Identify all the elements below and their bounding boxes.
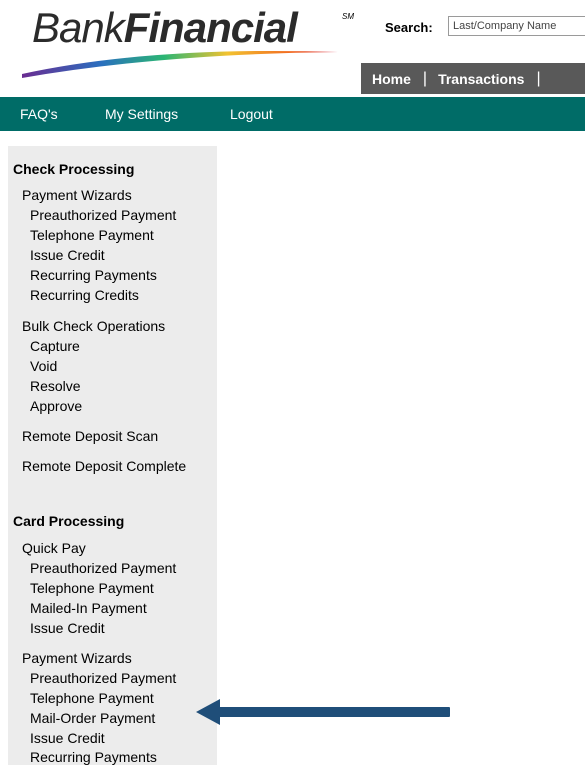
sidebar-item-resolve[interactable]: Resolve bbox=[30, 378, 81, 394]
menu-faq[interactable]: FAQ's bbox=[20, 106, 58, 122]
sidebar-item-cw-recurring-payments[interactable]: Recurring Payments bbox=[30, 749, 157, 765]
sidebar-item-remote-deposit-complete[interactable]: Remote Deposit Complete bbox=[22, 458, 186, 474]
search-label: Search: bbox=[385, 20, 433, 35]
menu-my-settings[interactable]: My Settings bbox=[105, 106, 178, 122]
menu-bar: FAQ's My Settings Logout bbox=[0, 97, 585, 131]
sidebar-item-void[interactable]: Void bbox=[30, 358, 57, 374]
sidebar-item-cw-preauthorized-payment[interactable]: Preauthorized Payment bbox=[30, 670, 176, 686]
sidebar-item-cw-telephone-payment[interactable]: Telephone Payment bbox=[30, 690, 154, 706]
sidebar-item-qp-issue-credit[interactable]: Issue Credit bbox=[30, 620, 105, 636]
top-nav: Home | Transactions | bbox=[361, 63, 585, 94]
sidebar-item-recurring-payments[interactable]: Recurring Payments bbox=[30, 267, 157, 283]
menu-logout[interactable]: Logout bbox=[230, 106, 273, 122]
sidebar-item-issue-credit[interactable]: Issue Credit bbox=[30, 247, 105, 263]
sidebar-item-card-payment-wizards[interactable]: Payment Wizards bbox=[22, 650, 132, 666]
sidebar-item-preauthorized-payment[interactable]: Preauthorized Payment bbox=[30, 207, 176, 223]
arrow-left-icon bbox=[196, 699, 450, 725]
nav-separator: | bbox=[422, 69, 428, 87]
sidebar-item-telephone-payment[interactable]: Telephone Payment bbox=[30, 227, 154, 243]
logo-service-mark: SM bbox=[342, 12, 354, 21]
sidebar-item-qp-mailed-in-payment[interactable]: Mailed-In Payment bbox=[30, 600, 147, 616]
sidebar-item-qp-telephone-payment[interactable]: Telephone Payment bbox=[30, 580, 154, 596]
sidebar-item-qp-preauthorized-payment[interactable]: Preauthorized Payment bbox=[30, 560, 176, 576]
nav-separator: | bbox=[536, 69, 541, 87]
logo-swoosh-icon bbox=[22, 50, 338, 78]
section-title-check-processing: Check Processing bbox=[13, 161, 135, 177]
sidebar-item-capture[interactable]: Capture bbox=[30, 338, 80, 354]
sidebar-item-payment-wizards[interactable]: Payment Wizards bbox=[22, 187, 132, 203]
header: BankFinancial SM Search: Home | Transact… bbox=[0, 0, 585, 96]
section-title-card-processing: Card Processing bbox=[13, 513, 125, 529]
sidebar-item-quick-pay[interactable]: Quick Pay bbox=[22, 540, 86, 556]
nav-home[interactable]: Home bbox=[361, 71, 411, 87]
sidebar-item-cw-mail-order-payment[interactable]: Mail-Order Payment bbox=[30, 710, 155, 726]
bankfinancial-logo[interactable]: BankFinancial SM bbox=[20, 4, 360, 84]
search-input[interactable] bbox=[448, 16, 585, 36]
sidebar-item-recurring-credits[interactable]: Recurring Credits bbox=[30, 287, 139, 303]
sidebar-item-remote-deposit-scan[interactable]: Remote Deposit Scan bbox=[22, 428, 158, 444]
sidebar-item-bulk-check-operations[interactable]: Bulk Check Operations bbox=[22, 318, 165, 334]
nav-transactions[interactable]: Transactions bbox=[427, 71, 524, 87]
sidebar-item-approve[interactable]: Approve bbox=[30, 398, 82, 414]
sidebar-item-cw-issue-credit[interactable]: Issue Credit bbox=[30, 730, 105, 746]
